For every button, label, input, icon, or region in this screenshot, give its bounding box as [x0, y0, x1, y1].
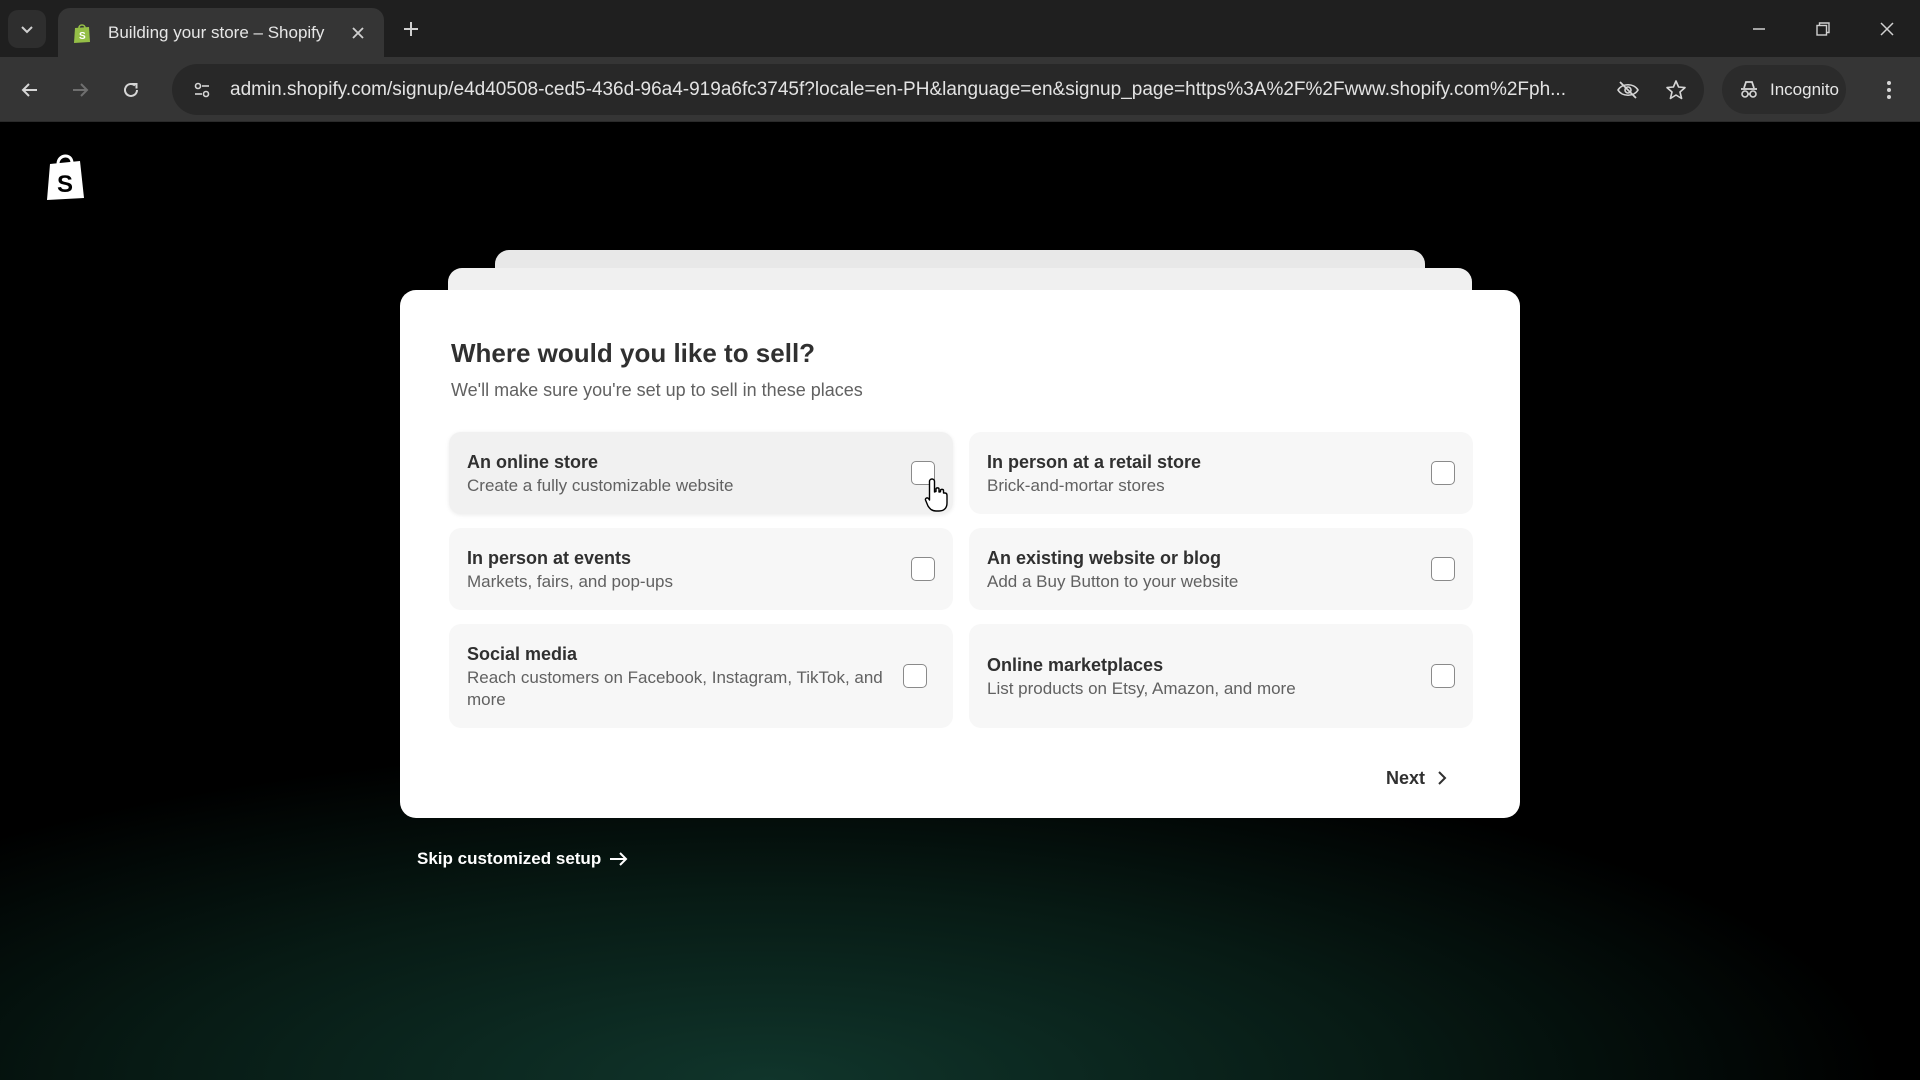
svg-text:S: S: [79, 31, 86, 42]
svg-text:S: S: [57, 171, 73, 198]
close-window-icon: [1880, 22, 1894, 36]
arrow-right-icon: [610, 852, 628, 866]
option-online-store[interactable]: An online store Create a fully customiza…: [449, 432, 953, 514]
chevron-down-icon: [21, 26, 33, 34]
shopify-logo-icon[interactable]: S: [44, 152, 88, 202]
option-title: In person at a retail store: [987, 451, 1202, 472]
option-social-media[interactable]: Social media Reach customers on Facebook…: [449, 624, 953, 728]
option-title: Social media: [467, 643, 578, 664]
browser-menu-button[interactable]: [1872, 73, 1906, 107]
checkbox-events[interactable]: [911, 557, 935, 581]
incognito-label: Incognito: [1770, 79, 1839, 99]
restore-button[interactable]: [1808, 14, 1838, 44]
reload-icon: [124, 82, 138, 97]
browser-toolbar: admin.shopify.com/signup/e4d40508-ced5-4…: [0, 57, 1920, 122]
option-description: Markets, fairs, and pop-ups: [467, 571, 673, 591]
minimize-icon: [1753, 28, 1765, 30]
page-content: S Where would you like to sell? We'll ma…: [0, 122, 1920, 1080]
close-window-button[interactable]: [1872, 14, 1902, 44]
hand-cursor-icon: [924, 478, 948, 512]
tab-search-button[interactable]: [8, 10, 46, 48]
back-button[interactable]: [13, 73, 47, 107]
forward-icon: [73, 83, 89, 97]
restore-icon: [1816, 22, 1830, 36]
option-online-marketplaces[interactable]: Online marketplaces List products on Ets…: [969, 624, 1473, 728]
minimize-button[interactable]: [1744, 14, 1774, 44]
option-title: An online store: [467, 451, 599, 472]
option-title: Online marketplaces: [987, 654, 1164, 675]
onboarding-card: Where would you like to sell? We'll make…: [400, 290, 1520, 818]
option-retail-store[interactable]: In person at a retail store Brick-and-mo…: [969, 432, 1473, 514]
option-existing-website[interactable]: An existing website or blog Add a Buy Bu…: [969, 528, 1473, 610]
option-description: Brick-and-mortar stores: [987, 475, 1165, 495]
active-tab[interactable]: S Building your store – Shopify: [58, 8, 384, 57]
option-description: Add a Buy Button to your website: [987, 571, 1239, 591]
checkbox-existing-website[interactable]: [1431, 557, 1455, 581]
plus-icon: [404, 22, 418, 36]
next-button[interactable]: Next: [1386, 762, 1447, 794]
tab-close-icon[interactable]: [346, 21, 370, 45]
option-description: Create a fully customizable website: [467, 475, 734, 495]
forward-button[interactable]: [63, 73, 97, 107]
skip-setup-link[interactable]: Skip customized setup: [417, 849, 629, 869]
back-icon: [21, 83, 37, 97]
address-bar[interactable]: admin.shopify.com/signup/e4d40508-ced5-4…: [172, 64, 1704, 115]
checkbox-retail-store[interactable]: [1431, 461, 1455, 485]
star-icon[interactable]: [1656, 70, 1696, 110]
reload-button[interactable]: [114, 73, 148, 107]
option-description: Reach customers on Facebook, Instagram, …: [467, 667, 883, 709]
incognito-indicator[interactable]: Incognito: [1722, 65, 1846, 114]
option-description: List products on Etsy, Amazon, and more: [987, 678, 1296, 698]
checkbox-online-marketplaces[interactable]: [1431, 664, 1455, 688]
url-text[interactable]: admin.shopify.com/signup/e4d40508-ced5-4…: [230, 79, 1608, 101]
more-vert-icon: [1887, 81, 1891, 99]
incognito-icon: [1741, 80, 1757, 98]
page-subtitle: We'll make sure you're set up to sell in…: [451, 380, 863, 400]
option-events[interactable]: In person at events Markets, fairs, and …: [449, 528, 953, 610]
new-tab-button[interactable]: [396, 14, 426, 44]
chevron-right-icon: [1438, 771, 1447, 785]
option-title: An existing website or blog: [987, 547, 1222, 568]
skip-label: Skip customized setup: [417, 849, 602, 868]
option-title: In person at events: [467, 547, 632, 568]
eye-off-icon[interactable]: [1608, 70, 1648, 110]
page-title: Where would you like to sell?: [451, 338, 816, 368]
tab-title: Building your store – Shopify: [108, 22, 325, 42]
site-info-icon[interactable]: [182, 70, 222, 110]
checkbox-social-media[interactable]: [903, 664, 927, 688]
shopify-favicon-icon: S: [72, 22, 92, 44]
browser-tab-bar: S Building your store – Shopify: [0, 0, 1920, 57]
next-label: Next: [1386, 767, 1426, 788]
